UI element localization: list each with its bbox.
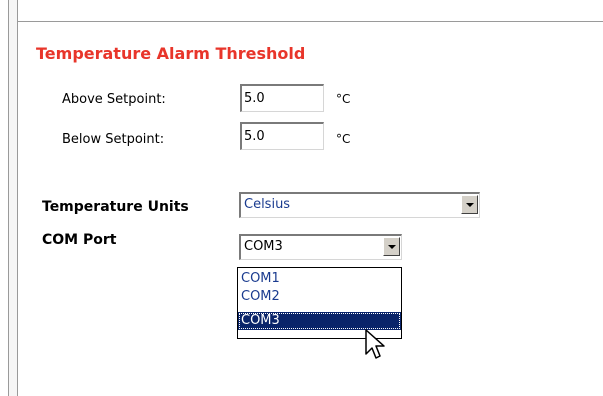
chevron-down-icon: [466, 203, 474, 207]
temperature-units-value: Celsius: [244, 197, 291, 212]
below-setpoint-input[interactable]: [240, 122, 324, 150]
com-port-dropdown-button[interactable]: [383, 237, 400, 256]
com-port-value: COM3: [244, 239, 283, 254]
panel-top-strip: [18, 0, 603, 22]
com-port-option-com1[interactable]: COM1: [238, 270, 401, 288]
panel-left-border: [8, 0, 18, 396]
above-setpoint-unit: °C: [336, 92, 351, 106]
mouse-pointer-icon: [365, 329, 385, 359]
section-title: Temperature Alarm Threshold: [36, 44, 306, 63]
temperature-units-dropdown-button[interactable]: [461, 195, 478, 214]
chevron-down-icon: [388, 245, 396, 249]
above-setpoint-label: Above Setpoint:: [62, 92, 166, 107]
temperature-units-label: Temperature Units: [42, 199, 189, 215]
above-setpoint-input[interactable]: [240, 84, 324, 112]
below-setpoint-label: Below Setpoint:: [62, 132, 165, 147]
com-port-option-com2[interactable]: COM2: [238, 288, 401, 306]
below-setpoint-unit: °C: [336, 132, 351, 146]
com-port-label: COM Port: [42, 232, 117, 248]
temperature-units-select[interactable]: Celsius: [239, 192, 480, 218]
com-port-select[interactable]: COM3: [239, 234, 402, 260]
